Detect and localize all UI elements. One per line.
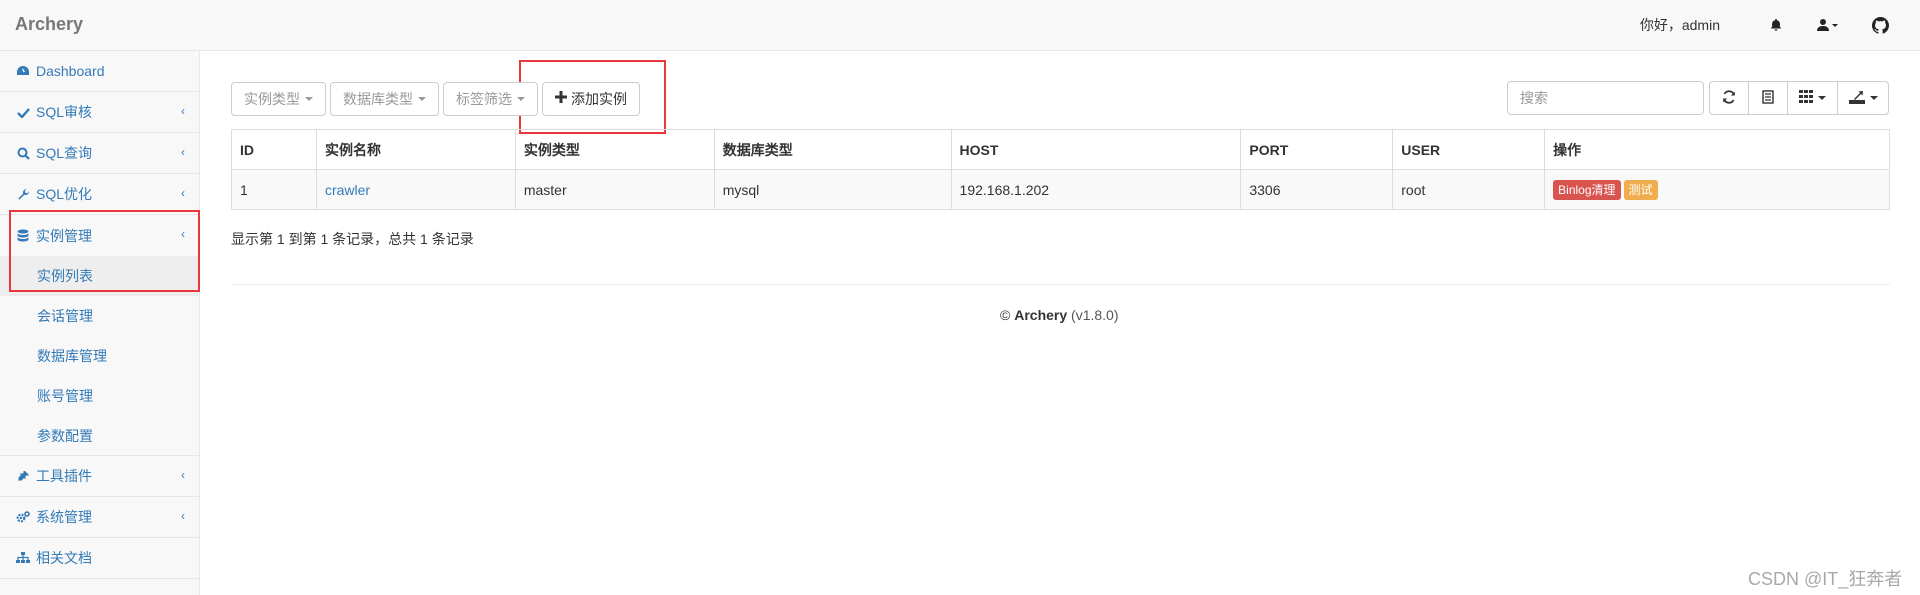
cell-user: root bbox=[1392, 169, 1546, 210]
column-header-name[interactable]: 实例名称 bbox=[315, 129, 516, 170]
sidebar-item-sql-query[interactable]: SQL查询 ‹ bbox=[0, 133, 199, 174]
table-row: 1 crawler master mysql 192.168.1.202 330… bbox=[231, 169, 1890, 210]
bell-icon[interactable] bbox=[1750, 0, 1802, 50]
sidebar-subitem-session-management[interactable]: 会话管理 bbox=[0, 296, 199, 336]
copyright-symbol: © bbox=[1000, 307, 1011, 323]
cell-actions: Binlog清理 测试 bbox=[1544, 169, 1890, 210]
footer-version: (v1.8.0) bbox=[1071, 307, 1119, 323]
sidebar-item-sql-optimize[interactable]: SQL优化 ‹ bbox=[0, 174, 199, 215]
dropdown-label: 数据库类型 bbox=[343, 91, 413, 107]
wrench-icon bbox=[16, 187, 30, 201]
dashboard-icon bbox=[16, 64, 30, 78]
add-instance-button[interactable]: 添加实例 bbox=[542, 82, 640, 116]
cell-port: 3306 bbox=[1240, 169, 1394, 210]
binlog-clean-button[interactable]: Binlog清理 bbox=[1553, 179, 1621, 200]
filter-tag-dropdown[interactable]: 标签筛选 bbox=[443, 82, 538, 116]
table-header-row: ID 实例名称 实例类型 数据库类型 HOST PORT USER 操作 bbox=[231, 129, 1890, 170]
cell-id: 1 bbox=[231, 169, 317, 210]
column-header-user[interactable]: USER bbox=[1392, 129, 1546, 170]
dropdown-label: 实例类型 bbox=[244, 91, 300, 107]
gears-icon bbox=[16, 510, 30, 524]
list-icon bbox=[1762, 89, 1774, 107]
github-icon[interactable] bbox=[1854, 0, 1906, 50]
footer: © Archery (v1.8.0) bbox=[1000, 307, 1119, 323]
plus-icon bbox=[555, 90, 567, 108]
caret-down-icon bbox=[517, 97, 525, 101]
watermark: CSDN @IT_狂奔者 bbox=[1748, 569, 1903, 589]
caret-down-icon bbox=[305, 97, 313, 101]
column-header-port[interactable]: PORT bbox=[1240, 129, 1394, 170]
export-icon bbox=[1848, 90, 1865, 107]
chevron-left-icon: ‹ bbox=[181, 468, 185, 482]
sidebar-item-label: 相关文档 bbox=[36, 550, 92, 566]
chevron-left-icon: ‹ bbox=[181, 104, 185, 118]
export-dropdown-button[interactable] bbox=[1837, 81, 1889, 115]
instance-name-link[interactable]: crawler bbox=[325, 182, 370, 198]
columns-dropdown-button[interactable] bbox=[1787, 81, 1838, 115]
cell-type: master bbox=[514, 169, 715, 210]
sidebar-item-system-management[interactable]: 系统管理 ‹ bbox=[0, 497, 199, 538]
sidebar-item-label: Dashboard bbox=[36, 63, 105, 79]
column-header-id[interactable]: ID bbox=[231, 129, 317, 170]
filter-db-type-dropdown[interactable]: 数据库类型 bbox=[330, 82, 439, 116]
sidebar-item-label: SQL审核 bbox=[36, 104, 93, 120]
toggle-view-button[interactable] bbox=[1748, 81, 1788, 115]
dropdown-label: 标签筛选 bbox=[456, 91, 512, 107]
table-toolbar: 实例类型 数据库类型 标签筛选 添加实例 bbox=[231, 82, 640, 116]
add-instance-label: 添加实例 bbox=[571, 91, 627, 107]
refresh-icon bbox=[1722, 89, 1736, 107]
top-navbar: Archery 你好，admin bbox=[0, 0, 1920, 51]
user-greeting: 你好，admin bbox=[1639, 17, 1720, 33]
sidebar-item-sql-review[interactable]: SQL审核 ‹ bbox=[0, 92, 199, 133]
pagination-info: 显示第 1 到第 1 条记录，总共 1 条记录 bbox=[231, 231, 474, 247]
grid-icon bbox=[1799, 90, 1813, 106]
brand-logo[interactable]: Archery bbox=[15, 14, 83, 35]
highlight-box-sidebar bbox=[9, 210, 200, 292]
search-input[interactable] bbox=[1507, 81, 1704, 115]
caret-down-icon bbox=[1818, 96, 1826, 100]
caret-down-icon bbox=[1869, 96, 1878, 100]
table-tool-buttons bbox=[1709, 81, 1889, 115]
check-icon bbox=[16, 105, 30, 119]
sitemap-icon bbox=[16, 551, 30, 565]
instance-table: ID 实例名称 实例类型 数据库类型 HOST PORT USER 操作 1 c… bbox=[231, 129, 1890, 210]
caret-down-icon bbox=[418, 97, 426, 101]
sidebar-subitem-database-management[interactable]: 数据库管理 bbox=[0, 336, 199, 376]
sidebar-subitem-account-management[interactable]: 账号管理 bbox=[0, 376, 199, 416]
sidebar-item-label: 工具插件 bbox=[36, 468, 92, 484]
cell-host: 192.168.1.202 bbox=[950, 169, 1242, 210]
footer-divider bbox=[231, 284, 1890, 285]
test-button[interactable]: 测试 bbox=[1623, 179, 1658, 200]
sidebar: Dashboard SQL审核 ‹ SQL查询 ‹ SQL优化 ‹ 实例管理 ‹… bbox=[0, 51, 200, 595]
plug-icon bbox=[16, 469, 30, 483]
navbar-right: 你好，admin bbox=[1640, 0, 1920, 50]
sidebar-item-label: 系统管理 bbox=[36, 509, 92, 525]
filter-instance-type-dropdown[interactable]: 实例类型 bbox=[231, 82, 326, 116]
column-header-host[interactable]: HOST bbox=[950, 129, 1242, 170]
chevron-left-icon: ‹ bbox=[181, 186, 185, 200]
sidebar-item-label: SQL优化 bbox=[36, 186, 93, 202]
refresh-button[interactable] bbox=[1709, 81, 1749, 115]
chevron-left-icon: ‹ bbox=[181, 145, 185, 159]
sidebar-item-docs[interactable]: 相关文档 bbox=[0, 538, 199, 579]
sidebar-item-label: SQL查询 bbox=[36, 145, 93, 161]
search-icon bbox=[16, 146, 30, 160]
user-icon[interactable] bbox=[1802, 0, 1854, 50]
cell-name: crawler bbox=[315, 169, 516, 210]
sidebar-item-dashboard[interactable]: Dashboard bbox=[0, 51, 199, 92]
sidebar-item-tools-plugins[interactable]: 工具插件 ‹ bbox=[0, 456, 199, 497]
chevron-left-icon: ‹ bbox=[181, 509, 185, 523]
column-header-actions: 操作 bbox=[1544, 129, 1890, 170]
column-header-type[interactable]: 实例类型 bbox=[514, 129, 715, 170]
cell-db-type: mysql bbox=[713, 169, 952, 210]
sidebar-subitem-parameter-config[interactable]: 参数配置 bbox=[0, 416, 199, 456]
column-header-db-type[interactable]: 数据库类型 bbox=[713, 129, 952, 170]
footer-app-name: Archery bbox=[1014, 307, 1068, 323]
